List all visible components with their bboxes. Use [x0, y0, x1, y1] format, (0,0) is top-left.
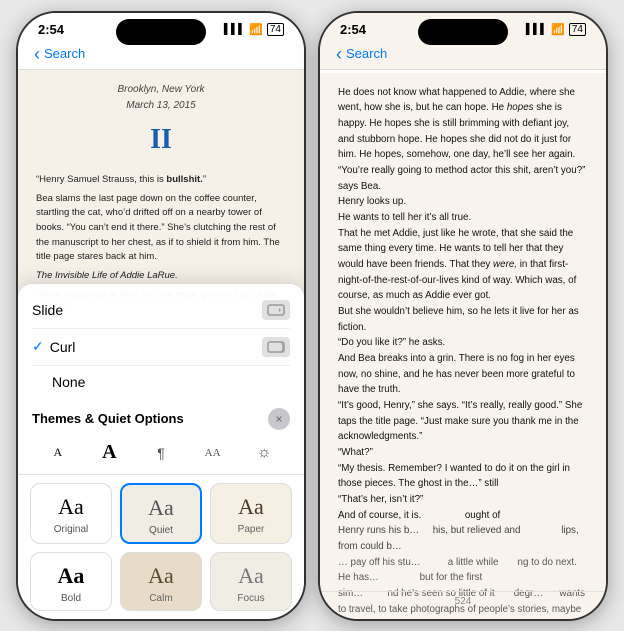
overlay-panel: Slide ✓ Curl None Themes: [18, 284, 304, 619]
right-para-10: “What?”: [338, 445, 588, 461]
theme-original-preview: Aa: [58, 494, 84, 520]
right-para-14: Henry runs his b… his, but relieved and …: [338, 523, 588, 554]
reader-toolbar: A A ¶ AA ☼: [18, 434, 304, 475]
book-location: Brooklyn, New YorkMarch 13, 2015: [36, 82, 286, 114]
theme-paper-preview: Aa: [238, 494, 264, 520]
none-option[interactable]: None: [32, 366, 290, 398]
theme-bold[interactable]: Aa Bold: [30, 552, 112, 611]
right-para-12: “That’s her, isn’t it?”: [338, 492, 588, 508]
right-para-11: “My thesis. Remember? I wanted to do it …: [338, 461, 588, 492]
theme-quiet[interactable]: Aa Quiet: [120, 483, 202, 544]
back-button-right[interactable]: Search: [336, 45, 590, 63]
right-para-7: “Do you like it?” he asks.: [338, 335, 588, 351]
slide-menu: Slide ✓ Curl None: [18, 284, 304, 402]
chapter-number: II: [36, 118, 286, 161]
curl-check: ✓: [32, 338, 44, 355]
theme-bold-label: Bold: [61, 593, 81, 604]
back-button-left[interactable]: Search: [34, 45, 288, 63]
nav-bar-right: Search: [320, 43, 606, 70]
theme-focus-preview: Aa: [238, 563, 264, 589]
theme-calm-label: Calm: [149, 593, 172, 604]
curl-label: Curl: [50, 339, 262, 355]
left-phone: 2:54 ▌▌▌ 📶 74 Search Brooklyn, New YorkM…: [16, 11, 306, 621]
themes-title: Themes & Quiet Options: [32, 411, 184, 426]
theme-calm-preview: Aa: [148, 563, 174, 589]
font-increase-button[interactable]: A: [91, 438, 127, 468]
close-button[interactable]: ×: [268, 408, 290, 430]
signal-icon-left: ▌▌▌: [224, 24, 245, 35]
wifi-icon-right: 📶: [551, 23, 565, 36]
right-para-6: But she wouldn’t believe him, so he lets…: [338, 304, 588, 335]
brightness-icon: ☼: [257, 444, 272, 462]
theme-quiet-label: Quiet: [149, 525, 173, 536]
font-decrease-button[interactable]: A: [40, 438, 76, 468]
book-header: Brooklyn, New YorkMarch 13, 2015 II: [36, 82, 286, 161]
status-icons-right: ▌▌▌ 📶 74: [526, 23, 586, 36]
right-para-15: … pay off his stu… a little while ng to …: [338, 555, 588, 586]
signal-icon-right: ▌▌▌: [526, 24, 547, 35]
curl-option[interactable]: ✓ Curl: [32, 329, 290, 366]
font-large-icon: A: [102, 441, 116, 464]
book-content-right: He does not know what happened to Addie,…: [320, 73, 606, 619]
right-para-5: That he met Addie, just like he wrote, t…: [338, 226, 588, 304]
para-1: “Henry Samuel Strauss, this is bullshit.…: [36, 173, 286, 188]
right-para-13: And of course, it is. ought of: [338, 508, 588, 524]
page-number: 524: [320, 591, 606, 611]
nav-bar-left: Search: [18, 43, 304, 70]
theme-focus[interactable]: Aa Focus: [210, 552, 292, 611]
dynamic-island-left: [116, 19, 206, 45]
theme-focus-label: Focus: [237, 593, 264, 604]
time-right: 2:54: [340, 22, 366, 37]
battery-icon-right: 74: [569, 23, 586, 36]
theme-bold-preview: Aa: [58, 563, 85, 589]
themes-grid: Aa Original Aa Quiet Aa Paper Aa Bold: [18, 475, 304, 619]
battery-icon-left: 74: [267, 23, 284, 36]
font-picker-button[interactable]: AA: [195, 438, 231, 468]
right-para-2: “You’re really going to method actor thi…: [338, 163, 588, 194]
paragraph-icon: ¶: [157, 445, 165, 461]
theme-paper-label: Paper: [238, 524, 265, 535]
none-label: None: [52, 374, 85, 390]
right-para-9: “It’s good, Henry,” she says. “It’s real…: [338, 398, 588, 445]
slide-label: Slide: [32, 302, 63, 318]
theme-paper[interactable]: Aa Paper: [210, 483, 292, 544]
paragraph-button[interactable]: ¶: [143, 438, 179, 468]
close-icon: ×: [275, 412, 282, 426]
right-phone: 2:54 ▌▌▌ 📶 74 Search He does not know wh…: [318, 11, 608, 621]
themes-header: Themes & Quiet Options ×: [18, 402, 304, 434]
curl-icon: [262, 337, 290, 357]
dynamic-island-right: [418, 19, 508, 45]
right-para-8: And Bea breaks into a grin. There is no …: [338, 351, 588, 398]
book-content-left: Brooklyn, New YorkMarch 13, 2015 II “Hen…: [18, 70, 304, 306]
wifi-icon-left: 📶: [249, 23, 263, 36]
right-para-3: Henry looks up.: [338, 194, 588, 210]
font-small-icon: A: [53, 445, 62, 460]
right-para-1: He does not know what happened to Addie,…: [338, 85, 588, 163]
right-para-4: He wants to tell her it’s all true.: [338, 210, 588, 226]
status-icons-left: ▌▌▌ 📶 74: [224, 23, 284, 36]
para-3: The Invisible Life of Addie LaRue.: [36, 269, 286, 284]
slide-icon: [262, 300, 290, 320]
time-left: 2:54: [38, 22, 64, 37]
theme-quiet-preview: Aa: [148, 495, 174, 521]
theme-original-label: Original: [54, 524, 88, 535]
brightness-button[interactable]: ☼: [246, 438, 282, 468]
theme-original[interactable]: Aa Original: [30, 483, 112, 544]
para-2: Bea slams the last page down on the coff…: [36, 192, 286, 266]
font-aa-icon: AA: [205, 447, 221, 459]
slide-option[interactable]: Slide: [32, 292, 290, 329]
theme-calm[interactable]: Aa Calm: [120, 552, 202, 611]
